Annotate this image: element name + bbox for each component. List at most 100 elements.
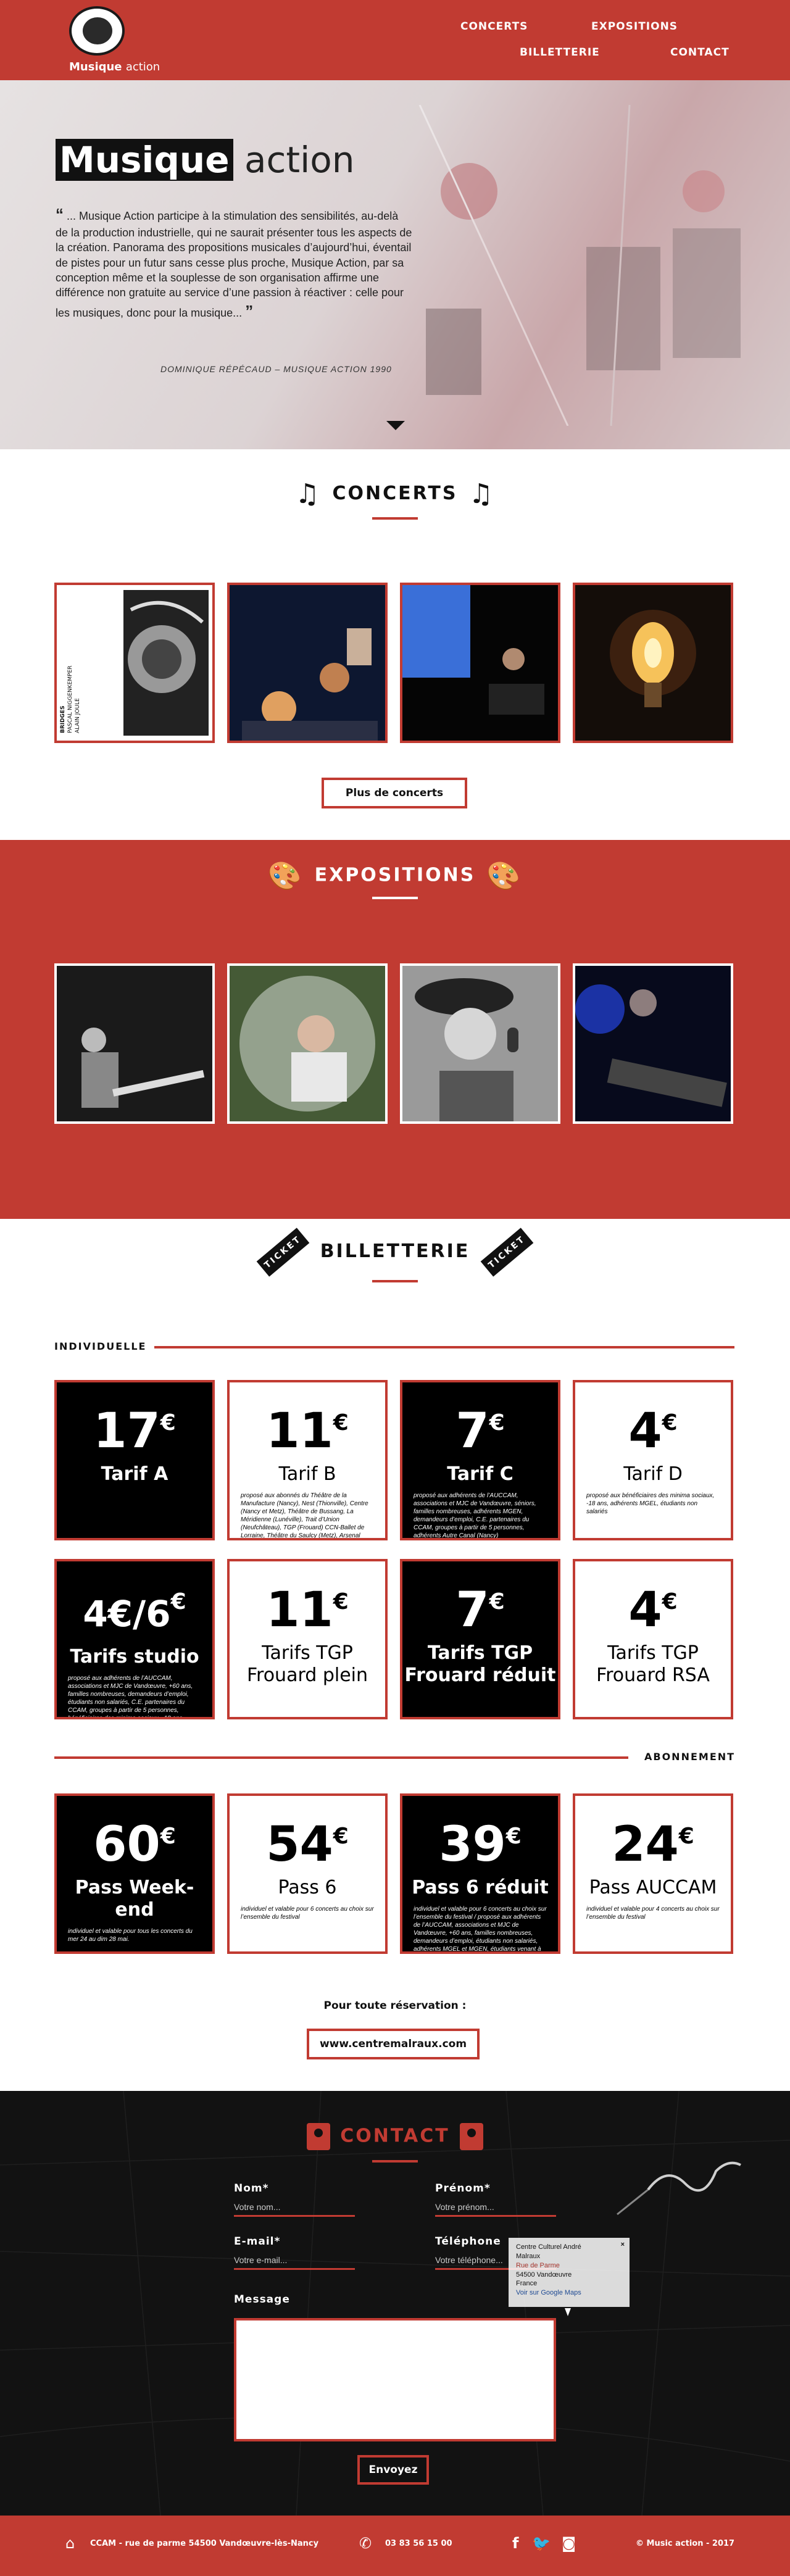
contact-title-underline (372, 2160, 418, 2163)
instagram-icon[interactable]: ◙ (562, 2535, 576, 2552)
google-maps-link[interactable]: Voir sur Google Maps (516, 2288, 622, 2298)
tariff-card: 4€ Tarifs TGP Frouard RSA (573, 1559, 733, 1719)
tariff-description: proposé aux adhérents de l’AUCCAM, assoc… (68, 1675, 193, 1719)
more-concerts-button[interactable]: Plus de concerts (322, 778, 467, 808)
contact-card-icon (459, 2123, 483, 2150)
telephone-label: Téléphone (435, 2235, 501, 2248)
concert-thumbnail-2[interactable] (227, 583, 388, 743)
tariff-name: Pass Week-end (75, 1877, 194, 1921)
expositions-title: 🎨 EXPOSITIONS 🎨 (267, 860, 523, 892)
tariff-card: 7€ Tarif C proposé aux adhérents de l’AUCC… (400, 1380, 560, 1540)
tariff-description: proposé aux bénéficiaires des minima soc… (586, 1492, 715, 1515)
subscription-card: 24€ Pass AUCCAM individuel et valable pour… (573, 1793, 733, 1954)
concert-thumbnail-4[interactable] (573, 583, 733, 743)
exposition-thumbnail-1[interactable] (54, 963, 215, 1124)
exposition-photo (575, 966, 731, 1121)
reservation-link[interactable]: www.centremalraux.com (307, 2029, 480, 2059)
tariff-description: individuel et valable pour 4 concerts au… (586, 1906, 720, 1921)
popup-line: Rue de Parme (516, 2261, 560, 2269)
logo-emblem (69, 6, 125, 56)
abonnement-label: ABONNEMENT (644, 1751, 736, 1763)
send-button[interactable]: Envoyez (357, 2455, 429, 2485)
tariff-price: 54€ (266, 1817, 349, 1872)
twitter-icon[interactable]: 🐦 (532, 2535, 551, 2552)
footer-copyright: © Music action - 2017 (636, 2539, 735, 2548)
nav-billetterie[interactable]: BILLETTERIE (520, 46, 600, 59)
tariff-name: Tarif A (101, 1463, 168, 1485)
message-label: Message (234, 2293, 290, 2306)
nav-contact[interactable]: CONTACT (670, 46, 730, 59)
tariff-name: Pass AUCCAM (589, 1877, 717, 1898)
exposition-photo (230, 966, 385, 1121)
concert-thumbnail-3[interactable] (400, 583, 560, 743)
nav-concerts[interactable]: CONCERTS (460, 20, 528, 33)
tariff-price: 60€ (93, 1817, 176, 1872)
exposition-thumbnail-3[interactable] (400, 963, 560, 1124)
nom-label: Nom* (234, 2182, 269, 2195)
subscription-card: 39€ Pass 6 réduit individuel et valable po… (400, 1793, 560, 1954)
music-note-icon: ♫ (295, 478, 322, 510)
subscription-card: 60€ Pass Week-end individuel et valable po… (54, 1793, 215, 1954)
contact-title: CONTACT (0, 2123, 790, 2150)
tariff-price: 4€ (628, 1403, 678, 1459)
ticket-icon: TICKET (256, 1227, 310, 1277)
home-icon: ⌂ (65, 2535, 75, 2552)
footer-phone: 03 83 56 15 00 (385, 2539, 452, 2548)
concert-thumbnail-1[interactable]: BRIDGES PASCAL NIGGENKEMPER ALAIN JOULE (54, 583, 215, 743)
tariff-card: 7€ Tarifs TGP Frouard réduit (400, 1559, 560, 1719)
individuelle-label: INDIVIDUELLE (54, 1340, 147, 1352)
nom-input[interactable] (234, 2198, 355, 2217)
tariff-name: Pass 6 (278, 1877, 337, 1898)
site-logo[interactable]: Musique action (62, 6, 160, 74)
tariff-card: 4€ Tarif D proposé aux bénéficiaires des m… (573, 1380, 733, 1540)
hero-background-photo (418, 105, 741, 426)
close-icon[interactable]: × (621, 2240, 625, 2250)
contact-section: CONTACT Nom* Prénom* E-mail* Téléphone M… (0, 2091, 790, 2516)
exposition-thumbnail-2[interactable] (227, 963, 388, 1124)
nav-expositions[interactable]: EXPOSITIONS (591, 20, 678, 33)
music-note-icon: ♫ (468, 478, 495, 510)
tariff-name: Tarifs TGP Frouard RSA (596, 1642, 710, 1686)
popup-line: Centre Culturel André (516, 2243, 581, 2251)
tariff-name: Tarif B (278, 1463, 336, 1485)
hero-quote-author: DOMINIQUE RÉPÉCAUD – MUSIQUE ACTION 1990 (160, 364, 392, 374)
tariff-price: 11€ (266, 1403, 349, 1459)
tariff-price: 7€ (455, 1582, 505, 1638)
popup-line: Malraux (516, 2252, 541, 2260)
popup-line: France (516, 2280, 538, 2288)
tariff-description: proposé aux abonnés du Théâtre de la Man… (241, 1492, 368, 1539)
prenom-label: Prénom* (435, 2182, 491, 2195)
email-label: E-mail* (234, 2235, 281, 2248)
hero-quote: “ ... Musique Action participe à la stim… (56, 205, 412, 320)
message-textarea[interactable] (234, 2318, 556, 2441)
concerts-title: ♫ CONCERTS ♫ (295, 478, 495, 510)
tariff-name: Tarifs TGP Frouard plein (246, 1642, 368, 1686)
tariff-description: individuel et valable pour 6 concerts au… (241, 1906, 374, 1921)
palette-icon: 🎨 (267, 860, 304, 892)
palette-icon: 🎨 (486, 860, 523, 892)
email-input[interactable] (234, 2251, 355, 2270)
hero-title: Musique action (56, 139, 355, 181)
billetterie-title: TICKET BILLETTERIE TICKET (0, 1227, 790, 1277)
expositions-title-underline (372, 897, 418, 899)
tariff-description: proposé aux adhérents de l’AUCCAM, assoc… (414, 1492, 536, 1539)
tariff-card: 11€ Tarifs TGP Frouard plein (227, 1559, 388, 1719)
scroll-down-arrow-icon[interactable] (386, 421, 405, 430)
reservation-label: Pour toute réservation : (323, 2000, 467, 2012)
prenom-input[interactable] (435, 2198, 556, 2217)
exposition-thumbnail-4[interactable] (573, 963, 733, 1124)
map-background[interactable] (0, 2091, 790, 2516)
facebook-icon[interactable]: f (512, 2535, 518, 2552)
tariff-description: individuel et valable pour tous les conc… (68, 1928, 193, 1943)
popup-line: 54500 Vandœuvre (516, 2271, 572, 2279)
concert-photo (230, 585, 385, 741)
concert-photo (402, 585, 558, 741)
tariff-card: 11€ Tarif B proposé aux abonnés du Théâtre… (227, 1380, 388, 1540)
hero-section: Musique action “ ... Musique Action part… (0, 80, 790, 449)
tariff-price: 4€ (628, 1582, 678, 1638)
tariff-price: 17€ (93, 1403, 176, 1459)
expositions-section: 🎨 EXPOSITIONS 🎨 (0, 840, 790, 1219)
tariff-price: 4€/6€ (83, 1589, 186, 1635)
subscription-card: 54€ Pass 6 individuel et valable pour 6 co… (227, 1793, 388, 1954)
tariff-name: Tarif D (623, 1463, 683, 1485)
